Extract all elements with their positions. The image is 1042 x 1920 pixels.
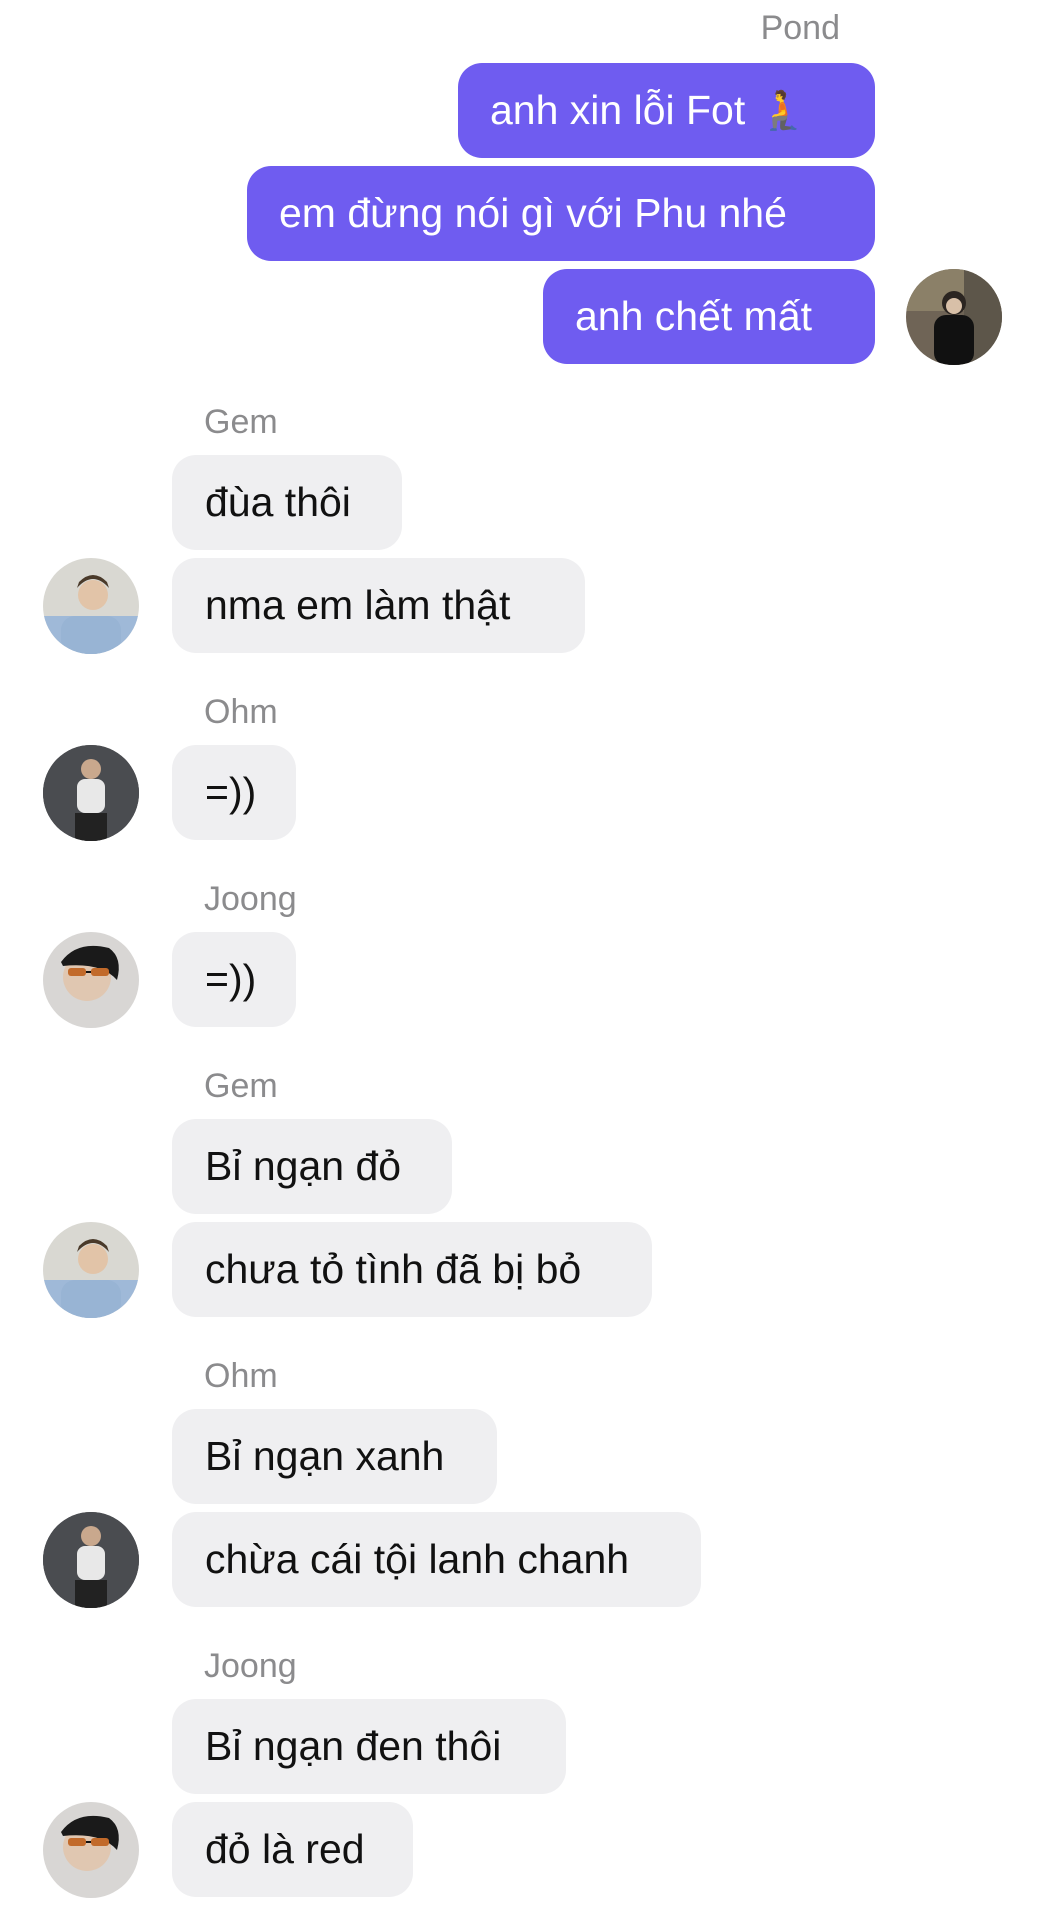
message-bubble-incoming[interactable]: chừa cái tội lanh chanh: [172, 1512, 701, 1607]
message-text: =)): [205, 769, 257, 815]
avatar-gem[interactable]: [43, 558, 139, 654]
message-bubble-outgoing[interactable]: anh chết mất: [543, 269, 875, 364]
avatar-photo-icon: [43, 558, 139, 654]
sender-name-pond: Pond: [760, 9, 840, 47]
avatar-ohm[interactable]: [43, 745, 139, 841]
sender-name-gem: Gem: [204, 403, 278, 441]
message-bubble-incoming[interactable]: Bỉ ngạn đen thôi: [172, 1699, 566, 1794]
message-bubble-outgoing[interactable]: em đừng nói gì với Phu nhé: [247, 166, 875, 261]
sender-name-ohm: Ohm: [204, 693, 278, 731]
message-text: Bỉ ngạn đỏ: [205, 1143, 402, 1189]
message-bubble-incoming[interactable]: đùa thôi: [172, 455, 402, 550]
message-bubble-incoming[interactable]: nma em làm thật: [172, 558, 585, 653]
avatar-joong[interactable]: [43, 932, 139, 1028]
message-bubble-incoming[interactable]: =)): [172, 745, 296, 840]
avatar-photo-icon: [43, 1802, 139, 1898]
message-text: Bỉ ngạn đen thôi: [205, 1723, 502, 1769]
message-text: Bỉ ngạn xanh: [205, 1433, 445, 1479]
avatar-photo-icon: [43, 1222, 139, 1318]
sender-name-ohm: Ohm: [204, 1357, 278, 1395]
message-text: em đừng nói gì với Phu nhé: [279, 190, 787, 236]
message-text: chưa tỏ tình đã bị bỏ: [205, 1246, 582, 1292]
sender-name-joong: Joong: [204, 1647, 297, 1685]
message-bubble-incoming[interactable]: chưa tỏ tình đã bị bỏ: [172, 1222, 652, 1317]
message-bubble-incoming[interactable]: Bỉ ngạn xanh: [172, 1409, 497, 1504]
message-bubble-incoming[interactable]: đỏ là red: [172, 1802, 413, 1897]
message-text: anh xin lỗi Fot: [490, 87, 746, 133]
message-text: =)): [205, 956, 257, 1002]
sender-name-joong: Joong: [204, 880, 297, 918]
message-text: nma em làm thật: [205, 582, 511, 628]
message-bubble-incoming[interactable]: Bỉ ngạn đỏ: [172, 1119, 452, 1214]
avatar-joong[interactable]: [43, 1802, 139, 1898]
chat-thread: Pond anh xin lỗi Fot 🧎 em đừng nói gì vớ…: [0, 0, 1042, 1920]
kneeling-person-emoji: 🧎: [759, 89, 807, 132]
avatar-photo-icon: [43, 745, 139, 841]
message-text: đỏ là red: [205, 1826, 365, 1872]
avatar-photo-icon: [43, 1512, 139, 1608]
avatar-photo-icon: [906, 269, 1002, 365]
message-bubble-incoming[interactable]: =)): [172, 932, 296, 1027]
avatar-photo-icon: [43, 932, 139, 1028]
message-text: đùa thôi: [205, 479, 351, 525]
message-text: anh chết mất: [575, 293, 813, 339]
avatar-pond[interactable]: [906, 269, 1002, 365]
message-text: chừa cái tội lanh chanh: [205, 1536, 630, 1582]
sender-name-gem: Gem: [204, 1067, 278, 1105]
message-bubble-outgoing[interactable]: anh xin lỗi Fot 🧎: [458, 63, 875, 158]
avatar-gem[interactable]: [43, 1222, 139, 1318]
avatar-ohm[interactable]: [43, 1512, 139, 1608]
